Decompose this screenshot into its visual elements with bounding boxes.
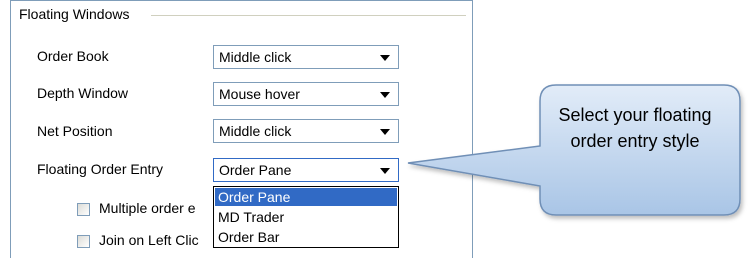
order-entry-dropdown-list: Order Pane MD Trader Order Bar [213, 186, 399, 248]
depth-window-value: Mouse hover [219, 86, 300, 102]
join-left-click-checkbox[interactable] [77, 235, 90, 248]
net-position-value: Middle click [219, 123, 292, 139]
net-position-label: Net Position [37, 123, 113, 139]
net-position-select[interactable]: Middle click [213, 119, 399, 143]
group-divider [151, 15, 466, 16]
chevron-down-icon[interactable] [380, 55, 390, 61]
depth-window-select[interactable]: Mouse hover [213, 82, 399, 106]
dropdown-option-order-bar[interactable]: Order Bar [215, 228, 397, 246]
floating-order-entry-value: Order Pane [219, 162, 292, 178]
floating-order-entry-label: Floating Order Entry [37, 161, 164, 177]
multiple-order-label: Multiple order e [99, 200, 196, 216]
callout-text: Select your floating order entry style [558, 105, 712, 151]
chevron-down-icon[interactable] [380, 168, 390, 174]
group-title: Floating Windows [19, 6, 136, 22]
dropdown-option-order-pane[interactable]: Order Pane [215, 188, 397, 206]
dropdown-option-md-trader[interactable]: MD Trader [215, 208, 397, 226]
order-book-label: Order Book [37, 48, 109, 64]
multiple-order-checkbox[interactable] [77, 203, 90, 216]
order-book-value: Middle click [219, 49, 292, 65]
chevron-down-icon[interactable] [380, 129, 390, 135]
chevron-down-icon[interactable] [380, 92, 390, 98]
order-book-select[interactable]: Middle click [213, 45, 399, 69]
depth-window-label: Depth Window [37, 85, 129, 101]
floating-order-entry-select[interactable]: Order Pane [213, 158, 399, 182]
floating-windows-panel: Floating Windows Order Book Middle click… [10, 0, 473, 258]
join-left-click-label: Join on Left Clic [99, 232, 199, 248]
